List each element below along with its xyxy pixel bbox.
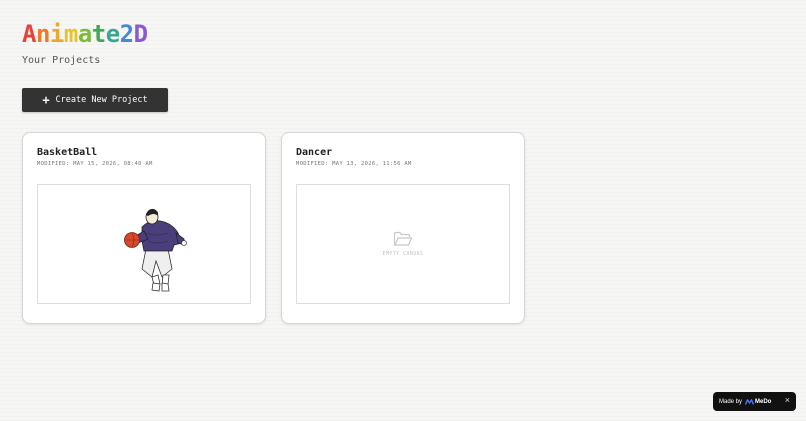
logo-letter: m <box>63 20 78 48</box>
logo-letter: 2 <box>119 20 134 48</box>
basketball-player-illustration <box>124 208 187 292</box>
logo-letter: a <box>77 20 92 48</box>
logo-letter: n <box>35 20 50 48</box>
logo-letter: A <box>22 20 36 48</box>
project-card-basketball[interactable]: BasketBall MODIFIED: MAY 15, 2026, 08:40… <box>22 132 266 324</box>
project-preview <box>37 184 251 304</box>
empty-canvas-label: EMPTY CANVAS <box>382 251 424 257</box>
logo-letter: D <box>133 20 148 48</box>
empty-canvas-placeholder: EMPTY CANVAS <box>297 185 509 303</box>
project-title: Dancer <box>296 147 333 158</box>
project-modified-date: MODIFIED: MAY 13, 2026, 11:56 AM <box>296 161 412 167</box>
page-subtitle: Your Projects <box>22 55 101 66</box>
brand-name: MeDo <box>755 398 772 405</box>
logo-letter: t <box>91 20 106 48</box>
project-preview: EMPTY CANVAS <box>296 184 510 304</box>
folder-open-icon <box>393 231 413 246</box>
project-modified-date: MODIFIED: MAY 15, 2026, 08:40 AM <box>37 161 153 167</box>
create-new-project-button[interactable]: + Create New Project <box>22 88 168 112</box>
made-by-label: Made by <box>719 398 743 405</box>
logo-letter: i <box>49 20 64 48</box>
medo-logo-icon <box>745 398 755 405</box>
app-logo: Animate2D <box>22 20 148 48</box>
plus-icon: + <box>42 93 50 107</box>
create-new-project-label: Create New Project <box>55 95 148 105</box>
project-title: BasketBall <box>37 147 98 158</box>
close-icon[interactable]: × <box>785 395 790 405</box>
made-by-badge[interactable]: Made by MeDo × <box>713 392 796 411</box>
project-card-dancer[interactable]: Dancer MODIFIED: MAY 13, 2026, 11:56 AM … <box>281 132 525 324</box>
brand-logo: MeDo <box>745 399 771 405</box>
logo-letter: e <box>105 20 120 48</box>
